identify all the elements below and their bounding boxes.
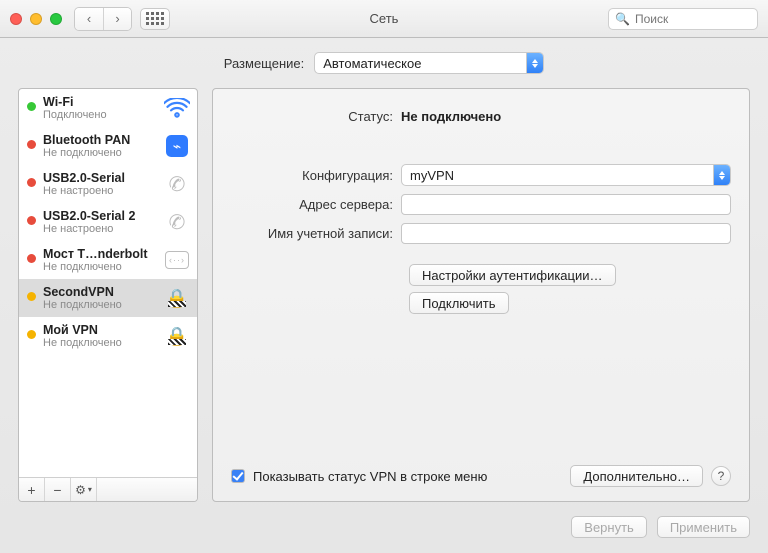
service-item-thunderbolt[interactable]: Мост T…nderbolt Не подключено ‹··› [19,241,197,279]
window-controls [10,13,62,25]
service-sub: Не подключено [43,147,156,159]
minimize-button[interactable] [30,13,42,25]
wifi-icon [163,96,191,120]
add-service-button[interactable]: + [19,478,45,501]
status-label: Статус: [231,109,401,124]
thunderbolt-icon: ‹··› [163,248,191,272]
revert-button[interactable]: Вернуть [571,516,647,538]
service-sub: Не подключено [43,337,156,349]
service-item-usb-serial-2[interactable]: USB2.0-Serial 2 Не настроено ✆ [19,203,197,241]
grid-icon [146,12,164,25]
service-name: USB2.0-Serial [43,171,156,185]
service-name: USB2.0-Serial 2 [43,209,156,223]
bluetooth-icon: ⌁ [163,134,191,158]
show-status-checkbox[interactable] [231,469,245,483]
phone-icon: ✆ [161,208,193,236]
config-select[interactable]: myVPN [401,164,731,186]
location-select[interactable]: Автоматическое [314,52,544,74]
remove-service-button[interactable]: − [45,478,71,501]
service-item-secondvpn[interactable]: SecondVPN Не подключено 🔒 [19,279,197,317]
location-label: Размещение: [224,56,305,71]
service-name: Bluetooth PAN [43,133,156,147]
status-value: Не подключено [401,109,501,124]
service-sub: Не подключено [43,299,156,311]
search-icon: 🔍 [615,12,630,26]
service-sub: Не настроено [43,223,156,235]
lock-icon: 🔒 [163,324,191,348]
service-item-myvpn[interactable]: Мой VPN Не подключено 🔒 [19,317,197,355]
window-buttons: Вернуть Применить [0,508,768,538]
help-button[interactable]: ? [711,466,731,486]
sidebar-tools: + − ⚙︎▾ [19,477,197,501]
search-input[interactable] [635,12,768,26]
service-sub: Не подключено [43,261,156,273]
phone-icon: ✆ [161,170,193,198]
service-name: Мой VPN [43,323,156,337]
server-label: Адрес сервера: [231,197,401,212]
service-item-usb-serial-1[interactable]: USB2.0-Serial Не настроено ✆ [19,165,197,203]
service-actions-button[interactable]: ⚙︎▾ [71,478,97,501]
status-dot [27,292,36,301]
status-dot [27,140,36,149]
location-row: Размещение: Автоматическое [0,38,768,88]
service-name: Wi-Fi [43,95,156,109]
select-stepper-icon [526,53,543,73]
service-name: Мост T…nderbolt [43,247,156,261]
status-dot [27,254,36,263]
lock-icon: 🔒 [163,286,191,310]
forward-button[interactable]: › [103,8,131,30]
location-value: Автоматическое [323,56,421,71]
close-button[interactable] [10,13,22,25]
show-status-label: Показывать статус VPN в строке меню [253,469,487,484]
window-title: Сеть [370,11,399,26]
auth-settings-button[interactable]: Настройки аутентификации… [409,264,616,286]
titlebar: ‹ › Сеть 🔍 [0,0,768,38]
service-sub: Не настроено [43,185,156,197]
service-item-wifi[interactable]: Wi-Fi Подключено [19,89,197,127]
status-dot [27,216,36,225]
chevron-down-icon: ▾ [88,485,92,494]
service-name: SecondVPN [43,285,156,299]
config-label: Конфигурация: [231,168,401,183]
server-input[interactable] [401,194,731,215]
select-stepper-icon [713,165,730,185]
gear-icon: ⚙︎ [75,483,86,497]
service-list: Wi-Fi Подключено Bluetooth PAN Не подклю… [19,89,197,477]
nav-buttons: ‹ › [74,7,132,31]
show-all-button[interactable] [140,8,170,30]
advanced-button[interactable]: Дополнительно… [570,465,703,487]
service-sidebar: Wi-Fi Подключено Bluetooth PAN Не подклю… [18,88,198,502]
config-value: myVPN [410,168,454,183]
detail-panel: Статус: Не подключено Конфигурация: myVP… [212,88,750,502]
account-label: Имя учетной записи: [231,226,401,241]
account-input[interactable] [401,223,731,244]
status-dot [27,330,36,339]
service-sub: Подключено [43,109,156,121]
service-item-bluetooth[interactable]: Bluetooth PAN Не подключено ⌁ [19,127,197,165]
status-dot [27,102,36,111]
zoom-button[interactable] [50,13,62,25]
status-dot [27,178,36,187]
connect-button[interactable]: Подключить [409,292,509,314]
back-button[interactable]: ‹ [75,8,103,30]
search-field[interactable]: 🔍 [608,8,758,30]
apply-button[interactable]: Применить [657,516,750,538]
